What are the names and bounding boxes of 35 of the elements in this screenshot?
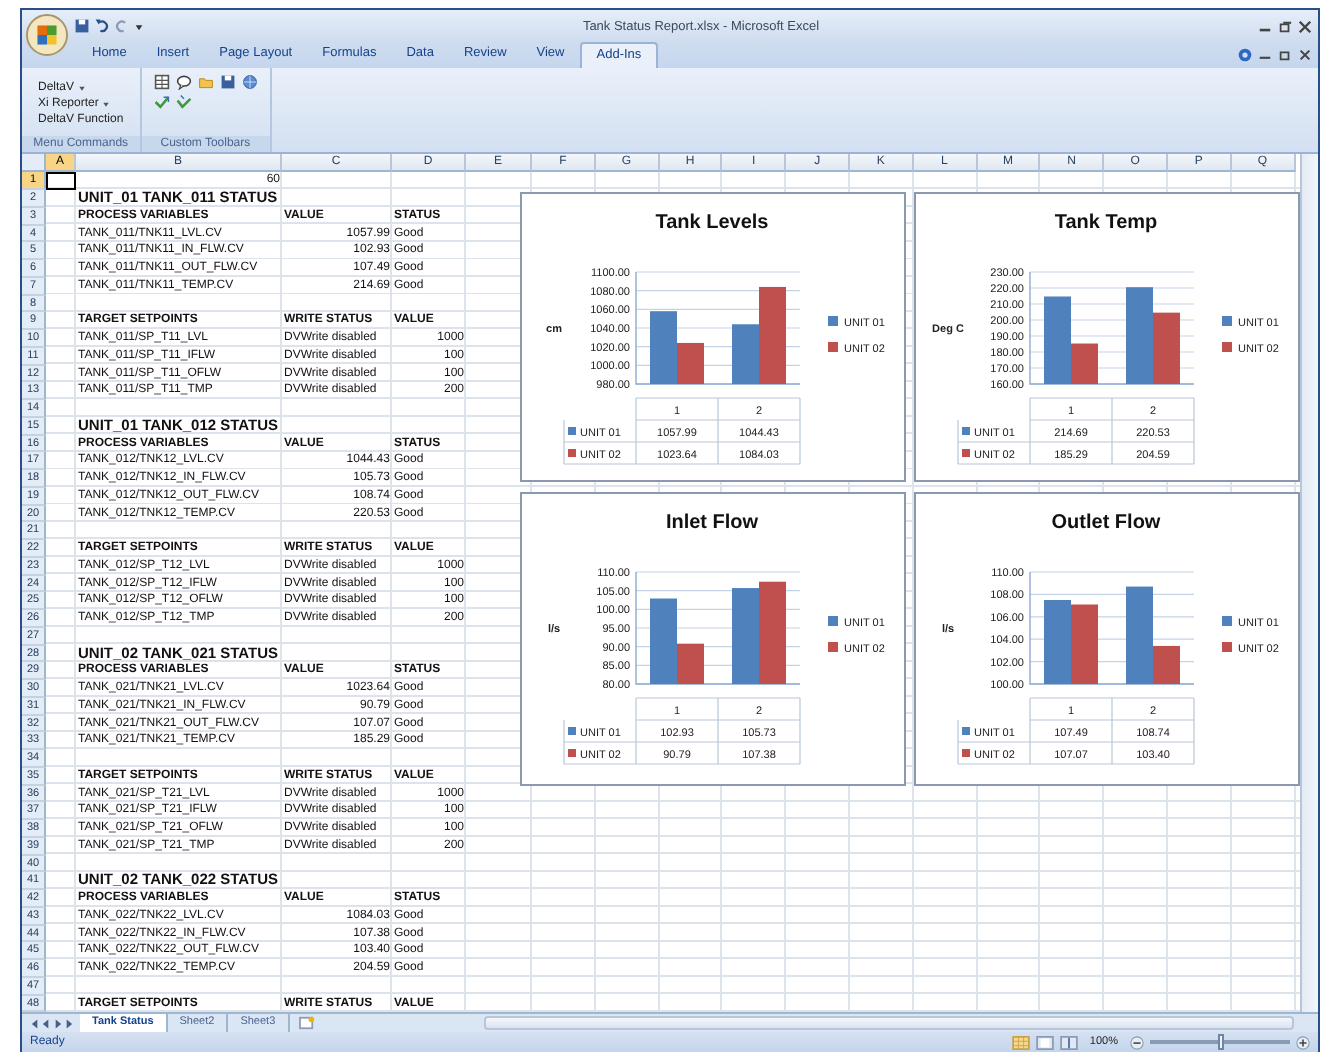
vertical-scrollbar[interactable] <box>1300 154 1318 1013</box>
horizontal-scrollbar[interactable] <box>483 1016 1294 1031</box>
check-icon[interactable] <box>175 94 192 111</box>
bar <box>1071 605 1098 685</box>
page-break-icon[interactable] <box>1059 1035 1078 1050</box>
chart-title: Tank Levels <box>655 212 769 235</box>
insert-sheet-icon[interactable] <box>297 1016 316 1031</box>
restore-icon[interactable] <box>1278 48 1292 63</box>
save-icon[interactable] <box>74 18 90 34</box>
close-icon[interactable] <box>1298 48 1312 63</box>
chart-title: Tank Temp <box>1054 212 1158 235</box>
page-layout-icon[interactable] <box>1035 1035 1054 1050</box>
grid-icon[interactable] <box>153 74 170 91</box>
zoom-in-button[interactable] <box>1296 1035 1310 1050</box>
zoom-slider[interactable] <box>1150 1040 1290 1045</box>
help-icon[interactable] <box>1238 48 1252 63</box>
bar <box>1044 600 1071 685</box>
chart-title: Inlet Flow <box>665 512 759 535</box>
close-icon[interactable] <box>1298 19 1312 33</box>
bar <box>732 588 759 685</box>
restore-icon[interactable] <box>1278 19 1292 33</box>
bar <box>759 582 786 685</box>
chart-title: Outlet Flow <box>1051 512 1161 535</box>
active-cell[interactable] <box>46 172 76 191</box>
undo-icon[interactable] <box>94 18 110 34</box>
zoom-out-button[interactable] <box>1130 1035 1144 1050</box>
globe-icon[interactable] <box>241 74 258 91</box>
caret-icon[interactable] <box>134 21 144 31</box>
bar <box>1153 313 1180 385</box>
bar <box>1126 288 1153 385</box>
save-icon[interactable] <box>219 74 236 91</box>
slider-thumb[interactable] <box>1217 1034 1223 1051</box>
check-arrows-icon[interactable] <box>153 94 170 111</box>
sheet-navigation-icon[interactable] <box>30 1017 74 1030</box>
speech-bubble-icon[interactable] <box>175 74 192 91</box>
